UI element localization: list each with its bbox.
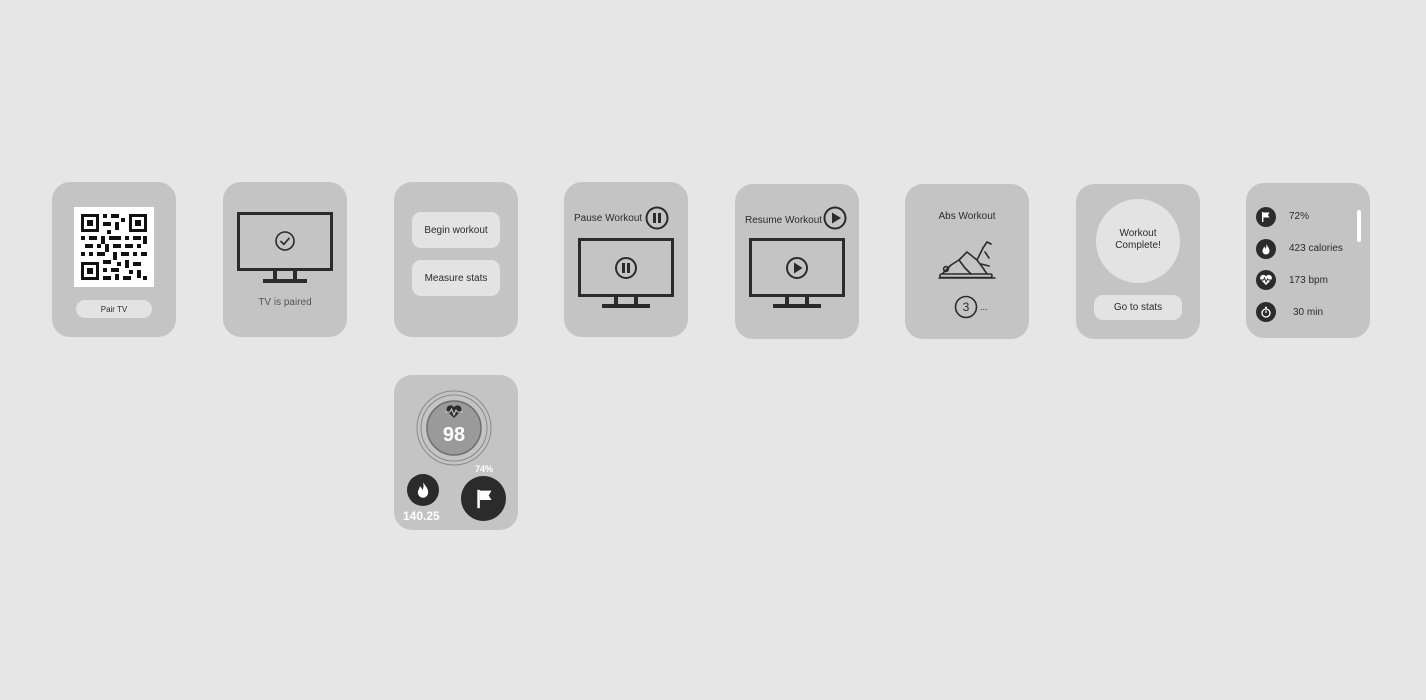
stat-value: 72% (1289, 211, 1310, 222)
stat-value: 173 bpm (1289, 275, 1328, 286)
qr-code (74, 207, 154, 287)
stat-value: 423 calories (1289, 243, 1343, 254)
stat-value: 30 min (1293, 307, 1324, 318)
situp-exercise-icon (938, 241, 996, 279)
go-to-stats-button[interactable]: Go to stats (1094, 295, 1182, 320)
begin-workout-button[interactable]: Begin workout (412, 212, 500, 248)
menu-screen: Begin workout Measure stats (394, 182, 518, 337)
tv-play-icon (749, 238, 845, 308)
resume-workout-title: Resume Workout (745, 215, 823, 226)
flag-icon (461, 476, 506, 521)
scrollbar[interactable] (1357, 210, 1361, 242)
abs-workout-title: Abs Workout (938, 211, 996, 222)
complete-line-2: Complete! (1115, 240, 1161, 251)
play-button-icon[interactable] (823, 206, 847, 230)
tv-paired-label: TV is paired (258, 297, 312, 308)
heart-rate-icon (445, 405, 463, 418)
countdown-ellipsis: ... (980, 302, 988, 312)
heart-rate-value: 98 (442, 424, 466, 446)
pause-button-icon[interactable] (645, 206, 669, 230)
pair-tv-button[interactable]: Pair TV (76, 300, 152, 318)
resume-workout-screen: Resume Workout (735, 184, 859, 339)
stopwatch-icon (1256, 302, 1276, 322)
tv-paired-screen: TV is paired (223, 182, 347, 337)
countdown-number: 3 (962, 300, 970, 314)
tv-pause-icon (578, 238, 674, 308)
progress-percent: 74% (475, 464, 494, 474)
live-stats-screen: 98 140.25 74% (394, 375, 518, 530)
stats-screen: 72% 423 calories 173 bpm 30 min (1246, 183, 1370, 338)
pause-workout-title: Pause Workout (574, 213, 643, 224)
tv-check-icon (237, 212, 333, 283)
abs-workout-screen: Abs Workout 3 ... (905, 184, 1029, 339)
measure-stats-button[interactable]: Measure stats (412, 260, 500, 296)
pause-workout-screen: Pause Workout (564, 182, 688, 337)
heart-rate-icon (1256, 270, 1276, 290)
flame-icon (407, 474, 439, 506)
workout-complete-screen: Workout Complete! Go to stats (1076, 184, 1200, 339)
flame-icon (1256, 239, 1276, 259)
calories-value: 140.25 (403, 509, 440, 523)
flag-icon (1256, 207, 1276, 227)
pair-tv-screen: Pair TV (52, 182, 176, 337)
complete-line-1: Workout (1119, 228, 1157, 239)
